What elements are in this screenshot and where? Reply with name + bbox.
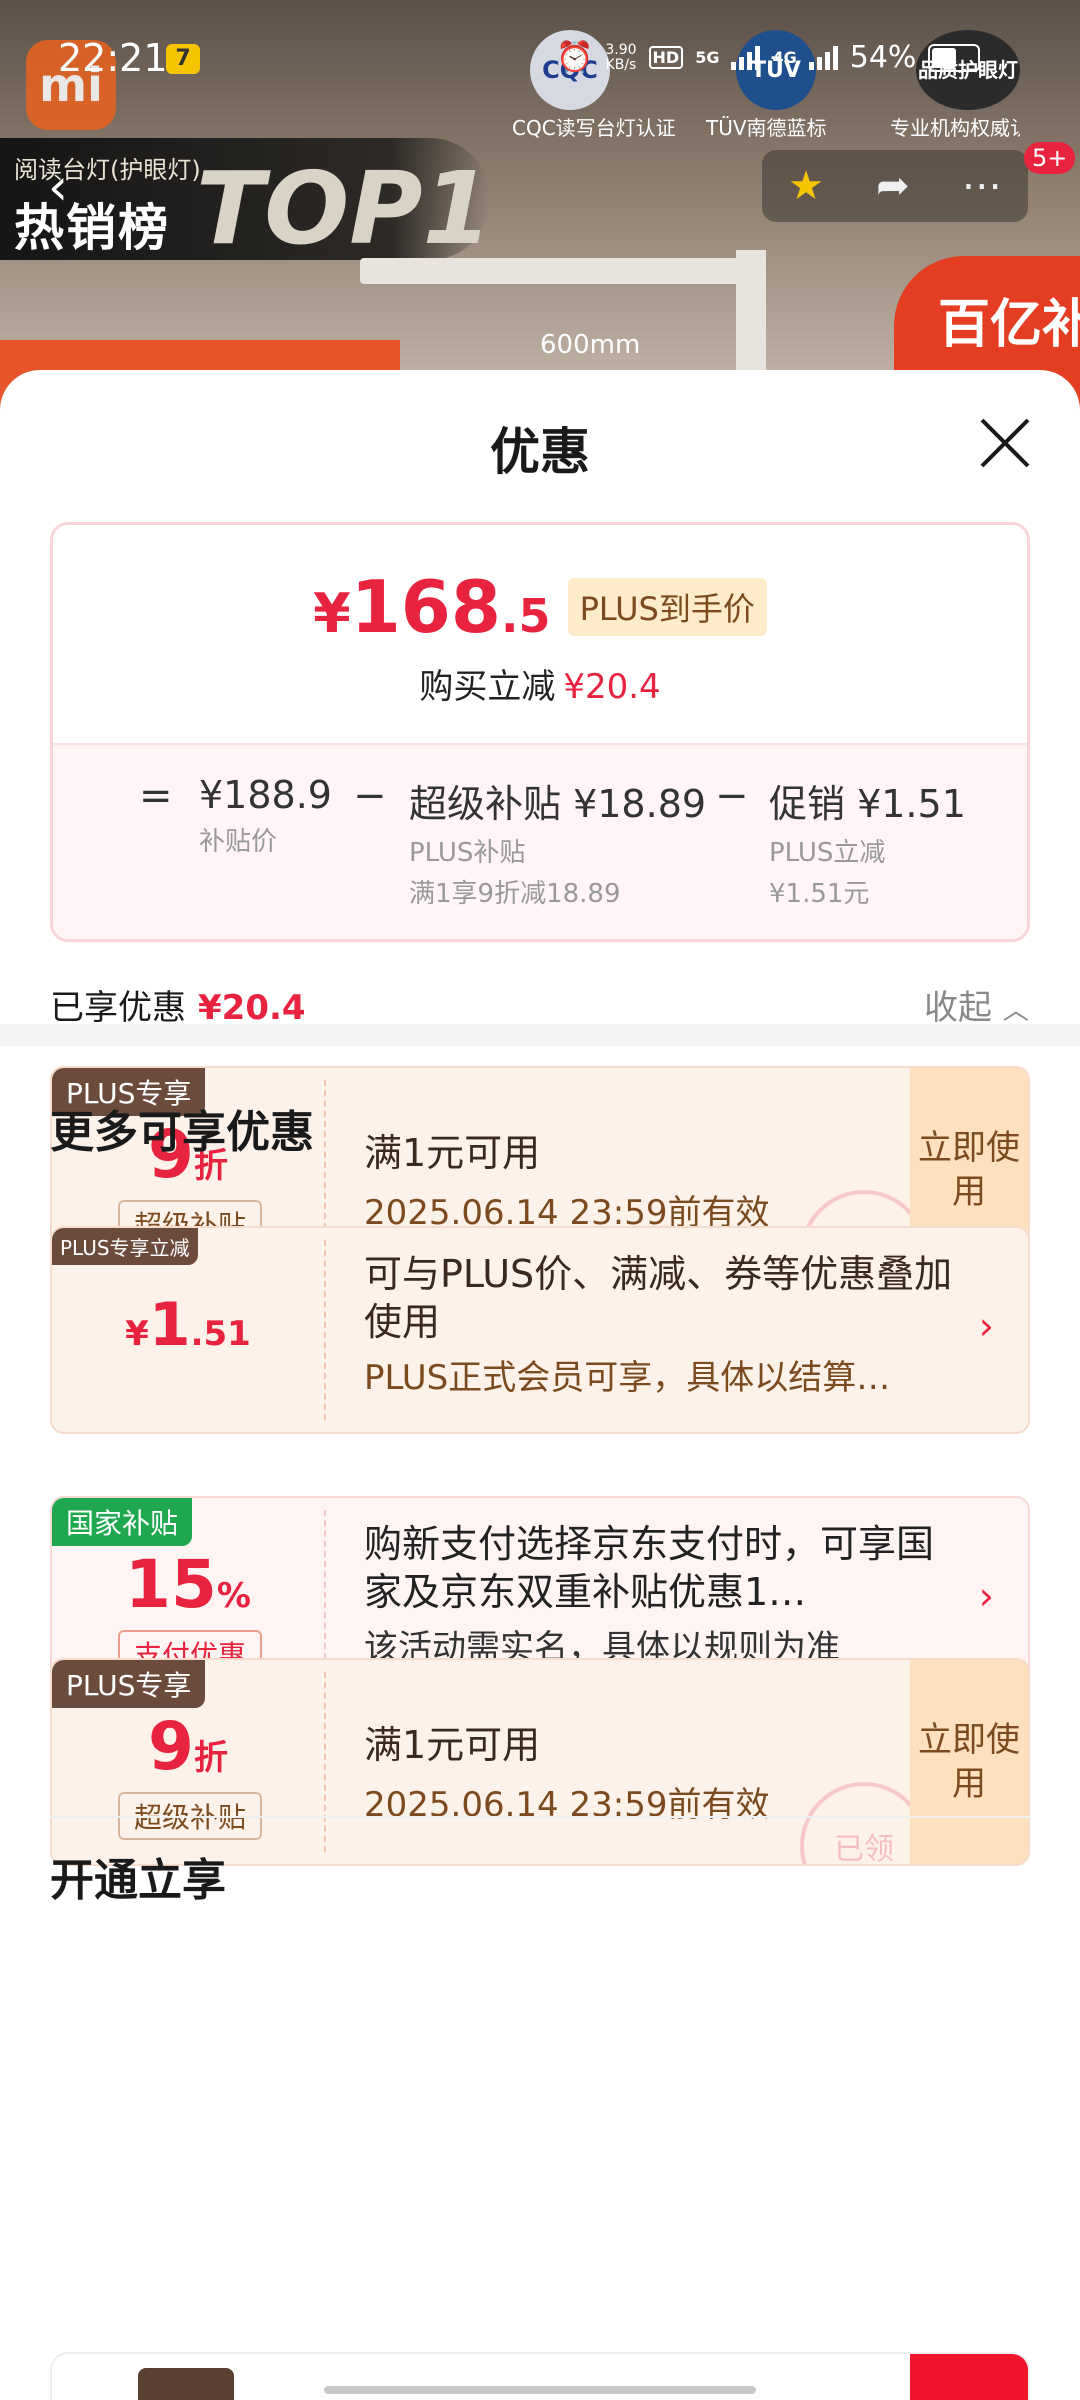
4g-label: 4G bbox=[772, 48, 797, 67]
coupon-percent: 15% bbox=[125, 1546, 251, 1623]
chevron-right-icon: › bbox=[978, 1304, 994, 1348]
final-price: ¥168.5 PLUS到手价 bbox=[53, 565, 1027, 649]
rank-top: TOP1 bbox=[196, 150, 493, 267]
lamp-image bbox=[360, 258, 760, 284]
favorite-star-icon[interactable]: ★ bbox=[788, 163, 824, 209]
super-subsidy-label: PLUS补贴 bbox=[409, 838, 526, 868]
coupon-body: 满1元可用 2025.06.14 23:59前有效 bbox=[364, 1714, 878, 1826]
use-now-button[interactable]: 立即使用 bbox=[910, 1660, 1028, 1864]
battery-icon bbox=[928, 43, 981, 72]
section-divider bbox=[0, 1024, 1080, 1046]
enjoyed-label: 已享优惠 bbox=[50, 988, 186, 1028]
base-price-col: ¥188.9 补贴价 bbox=[199, 773, 332, 858]
more-discounts-title: 更多可享优惠 bbox=[50, 1107, 314, 1158]
coupon-description: 可与PLUS价、满减、券等优惠叠加使用 bbox=[364, 1252, 953, 1344]
divider-line bbox=[50, 1816, 1030, 1818]
base-price-value: ¥188.9 bbox=[199, 773, 332, 817]
price-summary-card: ¥168.5 PLUS到手价 购买立减 ¥20.4 = ¥188.9 补贴价 − … bbox=[50, 522, 1030, 942]
signal-5g-icon bbox=[731, 45, 761, 70]
minus-sign: − bbox=[715, 773, 749, 819]
super-subsidy-col: 超级补贴 ¥18.89 PLUS补贴 满1享9折减18.89 bbox=[409, 773, 706, 910]
coupon-note: PLUS正式会员可享，具体以结算… bbox=[364, 1358, 891, 1398]
status-time: 22:21 bbox=[58, 36, 168, 80]
promo-value: 促销 ¥1.51 bbox=[769, 782, 966, 826]
chevron-up-icon: ︿ bbox=[1002, 996, 1029, 1026]
5g-label: 5G bbox=[695, 48, 720, 67]
back-icon[interactable]: ‹ bbox=[48, 158, 68, 216]
battery-percent: 54% bbox=[849, 40, 917, 75]
coupon-amount: ¥1.51 bbox=[125, 1290, 251, 1360]
hd-icon: HD bbox=[648, 46, 684, 69]
home-indicator[interactable] bbox=[324, 2386, 756, 2394]
coupon-condition: 满1元可用 bbox=[364, 1723, 541, 1767]
reduce-value: ¥20.4 bbox=[563, 667, 661, 707]
coupon-plus-reduce[interactable]: PLUS专享立减 ¥1.51 可与PLUS价、满减、券等优惠叠加使用 PLUS正… bbox=[50, 1226, 1030, 1434]
super-subsidy-detail: 满1享9折减18.89 bbox=[409, 879, 621, 909]
super-subsidy-value: 超级补贴 ¥18.89 bbox=[409, 782, 707, 826]
open-membership-title: 开通立享 bbox=[50, 1855, 226, 1906]
equals-sign: = bbox=[139, 773, 173, 819]
promo-label: PLUS立减 bbox=[769, 838, 886, 868]
top-action-bar: ★ ➦ ⋯ bbox=[762, 150, 1028, 222]
enjoyed-value: ¥20.4 bbox=[198, 988, 306, 1028]
plus-reduce-tag: PLUS专享立减 bbox=[52, 1228, 198, 1265]
discount-sheet: 优惠 ¥168.5 PLUS到手价 购买立减 ¥20.4 = ¥188.9 补贴价… bbox=[0, 370, 1080, 2400]
app-notification-icon: 7 bbox=[166, 44, 200, 74]
share-icon[interactable]: ➦ bbox=[876, 163, 910, 209]
coupon-body: 可与PLUS价、满减、券等优惠叠加使用 PLUS正式会员可享，具体以结算… bbox=[364, 1250, 956, 1399]
more-icon[interactable]: ⋯ bbox=[962, 163, 1002, 209]
coupon-description: 购新支付选择京东支付时，可享国家及京东双重补贴优惠1… bbox=[364, 1522, 935, 1614]
coupon-body: 满1元可用 2025.06.14 23:59前有效 bbox=[364, 1122, 878, 1234]
price-breakdown: = ¥188.9 补贴价 − 超级补贴 ¥18.89 PLUS补贴 满1享9折减… bbox=[53, 743, 1027, 939]
reduce-label: 购买立减 bbox=[419, 667, 556, 707]
rank-category: 阅读台灯(护眼灯) bbox=[14, 156, 201, 184]
promo-col: 促销 ¥1.51 PLUS立减 ¥1.51元 bbox=[769, 773, 966, 910]
coupon-body: 购新支付选择京东支付时，可享国家及京东双重补贴优惠1… 该活动需实名，具体以规则… bbox=[364, 1520, 956, 1669]
price-decimal: .5 bbox=[501, 589, 551, 643]
alarm-icon: ⏰ bbox=[556, 40, 594, 75]
more-count-badge: 5+ bbox=[1024, 142, 1076, 174]
open-membership-button[interactable] bbox=[910, 2354, 1028, 2400]
plus-price-chip: PLUS到手价 bbox=[567, 578, 767, 636]
rank-title: 热销榜 bbox=[14, 199, 170, 257]
reduce-line: 购买立减 ¥20.4 bbox=[53, 659, 1027, 708]
plus-exclusive-tag: PLUS专享 bbox=[52, 1660, 206, 1708]
status-bar: 22:21 7 ⏰ 3.90 KB/s HD 5G 4G 54% bbox=[0, 0, 1080, 124]
sheet-title: 优惠 bbox=[490, 423, 590, 481]
price-integer: 168 bbox=[350, 565, 501, 649]
status-right: ⏰ 3.90 KB/s HD 5G 4G 54% bbox=[556, 40, 981, 75]
close-icon[interactable] bbox=[976, 414, 1034, 472]
chevron-right-icon: › bbox=[978, 1574, 994, 1618]
promo-detail: ¥1.51元 bbox=[769, 879, 870, 909]
signal-4g-icon bbox=[808, 45, 838, 70]
membership-thumbnail bbox=[138, 2368, 234, 2400]
dimension-label: 600mm bbox=[540, 330, 641, 360]
minus-sign: − bbox=[353, 773, 387, 819]
enjoyed-discount: 已享优惠 ¥20.4 bbox=[50, 980, 306, 1029]
coupon-condition: 满1元可用 bbox=[364, 1131, 541, 1175]
coupon-validity: 2025.06.14 23:59前有效 bbox=[364, 1785, 770, 1825]
coupon-discount: 9折 bbox=[148, 1708, 228, 1785]
coupon-plus-super-subsidy-2: PLUS专享 9折 超级补贴 满1元可用 2025.06.14 23:59前有效… bbox=[50, 1658, 1030, 1866]
net-speed: 3.90 KB/s bbox=[605, 41, 637, 73]
national-subsidy-tag: 国家补贴 bbox=[52, 1498, 193, 1546]
base-price-label: 补贴价 bbox=[199, 827, 278, 857]
collapse-button[interactable]: 收起 ︿ bbox=[924, 980, 1029, 1029]
